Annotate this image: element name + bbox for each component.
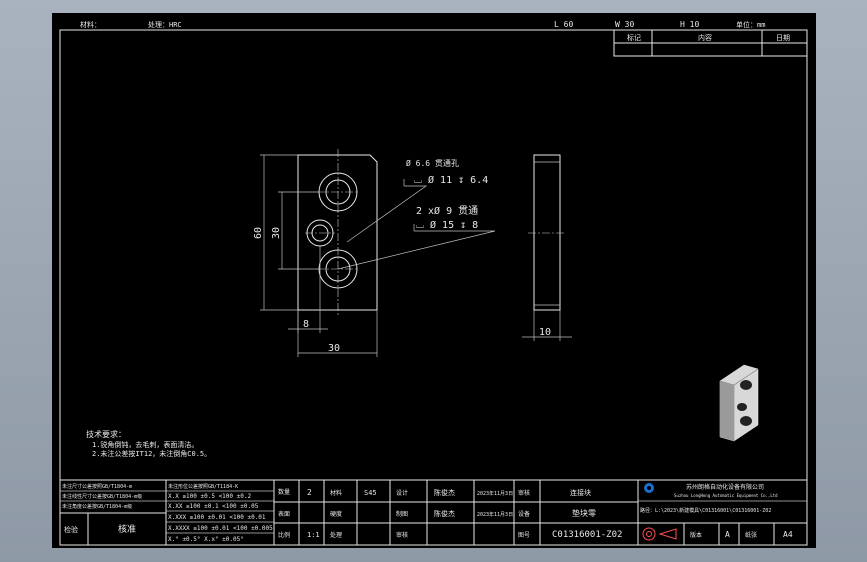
project-label: 设备 — [518, 510, 530, 518]
revision-mark-header: 标记 — [627, 33, 641, 42]
audit-label: 审核 — [396, 531, 408, 539]
designer-name: 陈俊杰 — [434, 488, 455, 497]
length-header: L 60 — [554, 20, 573, 29]
treatment-header: 处理：HRC — [148, 20, 182, 29]
scale-value: 1:1 — [307, 531, 320, 539]
scale-label: 比例 — [278, 531, 290, 539]
hole-callout-1-line2: ⌴ Ø 11 ↧ 6.4 — [414, 174, 488, 186]
approve-label: 审核 — [518, 489, 530, 497]
title-block: 未注尺寸公差按照GB/T1804-m 未注形位公差按照GB/T1184-K 未注… — [59, 479, 808, 546]
material-label: 材料 — [330, 489, 342, 497]
cad-drawing: 材料： 处理：HRC L 60 W 30 H 10 单位：mm 标记 内容 日期 — [59, 20, 808, 546]
dim-8-label: 8 — [303, 319, 309, 330]
front-view: Ø 6.6 贯通孔 ⌴ Ø 11 ↧ 6.4 2 xØ 9 贯通 ⌴ Ø 15 … — [253, 149, 496, 357]
tol-row-5: X.° ±0.5° X.x° ±0.05° — [168, 536, 244, 543]
dim-30-vertical-label: 30 — [271, 227, 282, 239]
revision-date-header: 日期 — [776, 34, 790, 42]
tol-row-4: X.XXXX ≥100 ±0.01 <100 ±0.005 — [168, 525, 273, 532]
checker-name: 陈俊杰 — [434, 509, 455, 518]
qty-label: 数量 — [278, 488, 290, 496]
dimension-30-horizontal: 30 — [297, 310, 378, 357]
tol-left-row1: 未注线性尺寸公差按GB/T1804-m级 — [62, 493, 142, 500]
side-view: 10 — [522, 154, 572, 341]
tol-row-2: X.XX ≥100 ±0.1 <100 ±0.05 — [168, 503, 259, 510]
unit-header: 单位：mm — [736, 20, 765, 29]
design-date: 2023年11月3日 — [477, 490, 513, 497]
technical-notes: 技术要求： 1.锐角倒钝，去毛刺，表面清洁。 2.未注公差按IT12，未注倒角C… — [86, 429, 211, 458]
material-value: S45 — [364, 489, 377, 497]
hardness-label: 硬度 — [330, 510, 342, 518]
tol-header-right: 未注形位公差按照GB/T1184-K — [168, 483, 238, 490]
dim-30-horizontal-label: 30 — [328, 343, 340, 354]
company-name-en: Suzhou LongHong Automatic Equipment Co.,… — [674, 493, 778, 498]
material-header: 材料： — [80, 20, 101, 29]
tol-row-1: X.X ≥100 ±0.5 <100 ±0.2 — [168, 493, 251, 500]
part-name-top: 连接块 — [570, 488, 591, 497]
projection-symbol — [642, 527, 677, 541]
version-label: 版本 — [690, 531, 702, 539]
drawing-number: C01316001-Z02 — [552, 530, 622, 540]
dim-10-label: 10 — [539, 327, 551, 338]
surface-label: 表面 — [278, 510, 290, 518]
drawing-sheet: 材料： 处理：HRC L 60 W 30 H 10 单位：mm 标记 内容 日期 — [52, 13, 816, 548]
version-value: A — [725, 530, 730, 539]
hole-callout-2-line2: ⌴ Ø 15 ↧ 8 — [416, 219, 478, 231]
company-name-cn: 苏州朗格自动化设备有限公司 — [686, 483, 764, 491]
dimension-30-vertical: 30 — [271, 191, 318, 270]
paper-size-label: 纸张 — [745, 531, 757, 539]
dim-60-label: 60 — [253, 227, 264, 239]
design-label: 设计 — [396, 489, 408, 497]
revision-content-header: 内容 — [698, 33, 712, 42]
file-path: 路径：L:\2023\新建模具\C01316001\C01316001-Z02 — [640, 507, 771, 514]
isometric-view — [719, 364, 759, 442]
hole-callout-1-line1: Ø 6.6 贯通孔 — [406, 158, 459, 168]
notes-line2: 2.未注公差按IT12，未注倒角C0.5。 — [92, 449, 211, 458]
tol-row-3: X.XXX ≥100 ±0.01 <100 ±0.01 — [168, 514, 266, 521]
counterbore-hole-center — [305, 219, 335, 247]
revision-table: 标记 内容 日期 — [613, 29, 808, 57]
company-logo — [644, 483, 654, 493]
height-header: H 10 — [680, 20, 699, 29]
tol-left-row2: 未注角度公差按GB/T1804-m级 — [62, 503, 132, 510]
drawing-no-label: 图号 — [518, 532, 530, 539]
drawing-border — [59, 29, 808, 546]
treat-label: 处理 — [330, 531, 342, 539]
part-name: 垫块零 — [572, 508, 596, 518]
check-date: 2023年11月3日 — [477, 511, 513, 518]
drawn-label: 制图 — [396, 510, 408, 518]
hole-callout-2-line1: 2 xØ 9 贯通 — [416, 205, 478, 217]
qty-value: 2 — [307, 488, 312, 497]
cert-value: 核准 — [118, 523, 136, 535]
cert-label: 检验 — [64, 525, 78, 534]
paper-size-value: A4 — [783, 530, 793, 539]
notes-title: 技术要求： — [86, 429, 126, 439]
width-header: W 30 — [615, 20, 634, 29]
notes-line1: 1.锐角倒钝，去毛刺，表面清洁。 — [92, 440, 198, 449]
tol-header-left: 未注尺寸公差按照GB/T1804-m — [62, 483, 132, 490]
